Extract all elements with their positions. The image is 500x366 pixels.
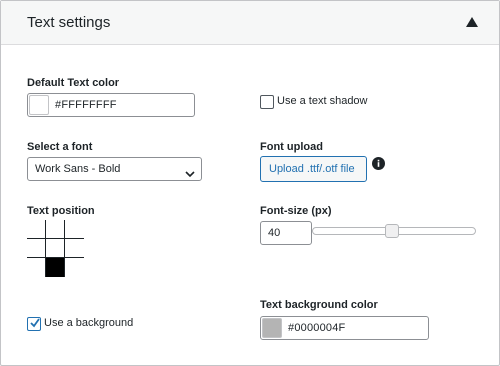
use-background-label: Use a background [44, 317, 134, 329]
position-cell-1-2[interactable] [65, 239, 84, 258]
chevron-down-icon [185, 165, 195, 178]
font-size-slider-thumb[interactable] [385, 224, 400, 238]
use-background-option[interactable]: Use a background [27, 317, 157, 331]
upload-font-button[interactable]: Upload .ttf/.otf file [260, 156, 367, 182]
font-size-label: Font-size (px) [260, 205, 332, 217]
background-color-swatch[interactable] [262, 318, 282, 338]
background-color-field[interactable]: #0000004F [260, 316, 429, 340]
font-size-slider[interactable] [312, 224, 476, 238]
text-settings-panel: Text settings Default Text color #FFFFFF… [0, 0, 500, 366]
text-shadow-checkbox[interactable] [260, 95, 274, 109]
text-background-color-label: Text background color [260, 299, 378, 311]
panel-header[interactable]: Text settings [1, 1, 499, 45]
font-upload-label: Font upload [260, 141, 323, 153]
panel-title: Text settings [27, 14, 111, 31]
text-color-value: #FFFFFFFF [55, 99, 117, 111]
text-position-label: Text position [27, 205, 95, 217]
position-cell-0-2[interactable] [65, 220, 84, 239]
select-font-label: Select a font [27, 141, 93, 153]
text-color-field[interactable]: #FFFFFFFF [27, 93, 195, 117]
position-cell-0-1[interactable] [46, 220, 65, 239]
use-background-checkbox[interactable] [27, 317, 41, 331]
font-select-value: Work Sans - Bold [35, 163, 121, 175]
position-cell-2-0[interactable] [27, 258, 46, 277]
checkmark-icon [30, 318, 40, 328]
upload-font-button-label: Upload .ttf/.otf file [269, 163, 355, 175]
position-cell-2-1[interactable] [46, 258, 65, 277]
position-cell-1-0[interactable] [27, 239, 46, 258]
default-text-color-label: Default Text color [27, 77, 120, 89]
text-position-grid [27, 220, 84, 277]
info-icon[interactable] [372, 157, 385, 170]
text-shadow-option[interactable]: Use a text shadow [260, 95, 390, 109]
text-shadow-label: Use a text shadow [277, 95, 368, 107]
text-color-swatch[interactable] [29, 95, 49, 115]
position-cell-2-2[interactable] [65, 258, 84, 277]
collapse-toggle-icon[interactable] [463, 13, 481, 31]
position-cell-1-1[interactable] [46, 239, 65, 258]
position-cell-0-0[interactable] [27, 220, 46, 239]
font-select[interactable]: Work Sans - Bold [27, 157, 202, 181]
font-size-value: 40 [268, 227, 281, 239]
font-size-input[interactable]: 40 [260, 221, 312, 245]
background-color-value: #0000004F [288, 322, 346, 334]
